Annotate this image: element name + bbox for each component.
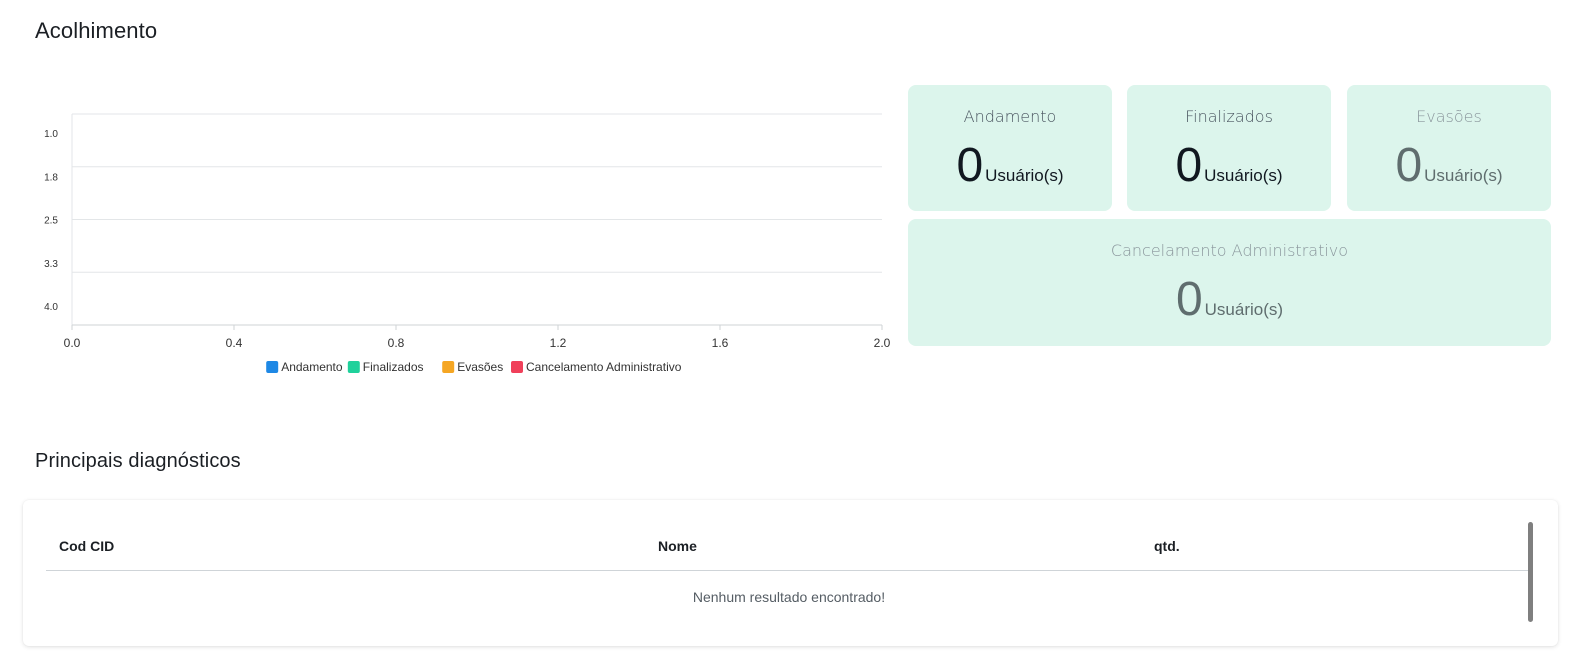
column-header-nome[interactable]: Nome xyxy=(658,538,697,554)
legend-label-2: Finalizados xyxy=(363,360,424,374)
stat-label: Finalizados xyxy=(1185,107,1273,126)
chart-y-tick-label: 1.0 xyxy=(44,129,58,140)
stat-value: 0 xyxy=(1175,139,1203,192)
stat-card-andamento: Andamento 0 Usuário(s) xyxy=(908,85,1112,211)
legend-swatch-3 xyxy=(442,361,455,373)
stat-unit: Usuário(s) xyxy=(1204,166,1283,185)
chart-x-tick-label: 1.2 xyxy=(550,336,567,350)
stat-card-evasoes: Evasões 0 Usuário(s) xyxy=(1347,85,1551,211)
stat-value: 0 xyxy=(1395,139,1423,192)
chart-svg: 1.0 1.8 2.5 3.3 4.0 0.0 0.4 0.8 1.2 1.6 2.0 Andamen… xyxy=(44,113,891,374)
legend-label-4: Cancelamento Administrativo xyxy=(526,360,682,374)
column-header-cod-cid[interactable]: Cod CID xyxy=(59,538,114,554)
stat-unit: Usuário(s) xyxy=(1204,300,1284,319)
column-header-qtd[interactable]: qtd. xyxy=(1154,538,1180,554)
legend-swatch-2 xyxy=(347,361,360,373)
stat-unit: Usuário(s) xyxy=(985,166,1064,185)
legend-label-3: Evasões xyxy=(457,360,503,374)
legend-swatch-1 xyxy=(266,361,279,373)
diagnosticos-table: Cod CID Nome qtd. Nenhum resultado encon… xyxy=(23,500,1558,646)
legend-label-1: Andamento xyxy=(281,360,343,374)
chart-x-tick-label: 1.6 xyxy=(712,336,729,350)
chart-x-tick-label: 0.4 xyxy=(226,336,243,350)
stat-unit: Usuário(s) xyxy=(1424,166,1503,185)
chart-x-tick-label: 2.0 xyxy=(874,336,891,350)
legend-swatch-4 xyxy=(511,361,523,373)
stat-card-cancelamento: Cancelamento Administrativo 0 Usuário(s) xyxy=(908,219,1551,346)
stat-value: 0 xyxy=(956,139,984,192)
chart-y-tick-label: 3.3 xyxy=(44,259,58,270)
chart-y-tick-label: 2.5 xyxy=(44,216,58,227)
acolhimento-chart: 1.0 1.8 2.5 3.3 4.0 0.0 0.4 0.8 1.2 1.6 2.0 Andamen… xyxy=(30,100,900,390)
chart-y-tick-label: 4.0 xyxy=(44,302,58,313)
table-header-divider xyxy=(46,570,1531,571)
table-scrollbar[interactable] xyxy=(1528,522,1533,622)
stat-label: Andamento xyxy=(963,107,1057,126)
chart-x-tick-label: 0.0 xyxy=(64,336,81,350)
stat-label: Cancelamento Administrativo xyxy=(1110,241,1349,260)
chart-x-tick-label: 0.8 xyxy=(388,336,405,350)
stat-value: 0 xyxy=(1175,273,1203,326)
stat-card-finalizados: Finalizados 0 Usuário(s) xyxy=(1127,85,1331,211)
page-title: Acolhimento xyxy=(35,18,158,43)
empty-state-message: Nenhum resultado encontrado! xyxy=(692,589,886,605)
section-title-diagnosticos: Principais diagnósticos xyxy=(35,450,241,472)
chart-y-tick-label: 1.8 xyxy=(44,172,58,183)
stat-label: Evasões xyxy=(1416,107,1482,126)
